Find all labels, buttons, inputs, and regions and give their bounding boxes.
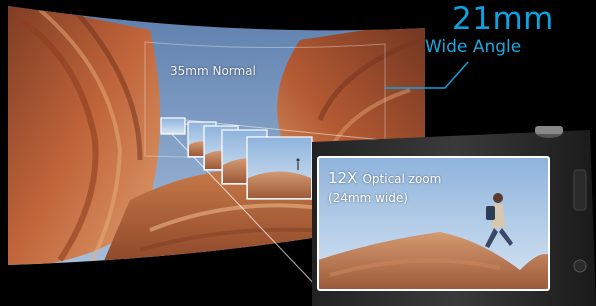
zoom-text: Optical zoom <box>362 172 442 186</box>
zoom-wide-note: (24mm wide) <box>328 191 408 205</box>
zoom-magnification: 12X <box>328 169 358 187</box>
wide-angle-label: Wide Angle <box>425 37 522 57</box>
optical-zoom-label: 12X Optical zoom <box>328 169 441 188</box>
wide-angle-focal-length: 21mm <box>452 1 554 37</box>
camera-promo-graphic: 21mm Wide Angle 35mm Normal 12X Optical … <box>0 0 596 306</box>
normal-lens-label: 35mm Normal <box>170 64 256 78</box>
